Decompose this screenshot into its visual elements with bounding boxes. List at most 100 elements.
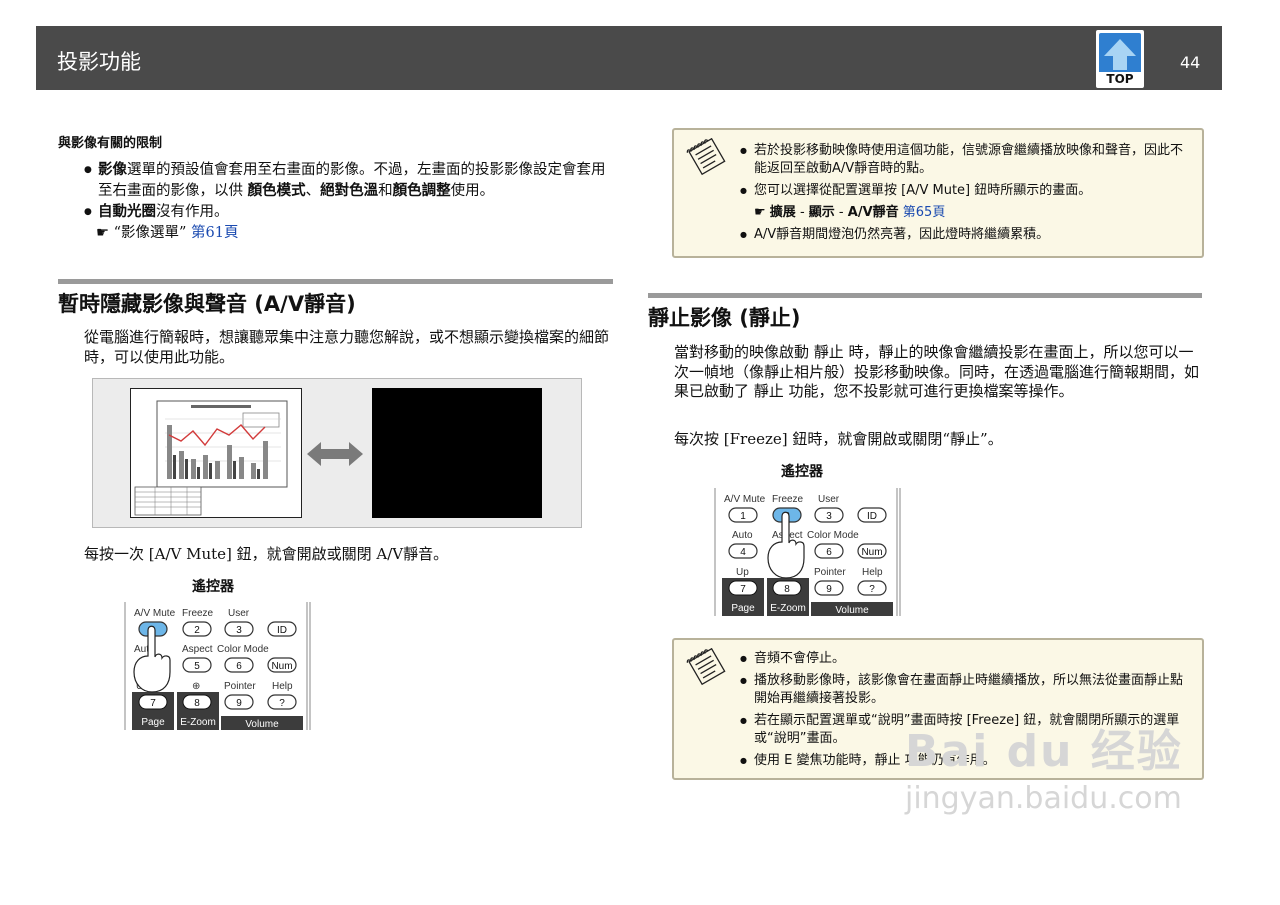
bold-term: 自動光圈 (98, 204, 156, 220)
note-pencil-icon (686, 648, 726, 686)
av-mute-illustration (92, 378, 582, 528)
menu-path: 顯示 (808, 205, 835, 220)
key-label: Volume (835, 605, 869, 616)
bold-term: 顏色模式 (247, 183, 306, 199)
note-item: 播放移動影像時，該影像會在畫面靜止時繼續播放，所以無法從畫面靜止點開始再繼續接著… (740, 672, 1190, 708)
page-link[interactable]: 第61頁 (191, 225, 238, 241)
key-label: A/V Mute (134, 608, 176, 619)
cross-reference: ☛ “影像選單” 第61頁 (84, 223, 618, 244)
pressing-finger-icon (133, 625, 171, 693)
key-label: A/V Mute (724, 494, 766, 505)
key-label: Page (731, 603, 755, 614)
key-label: Aspect (182, 644, 213, 655)
remote-control-freeze: A/V Mute Freeze User Auto Aspect Color M… (714, 488, 901, 616)
note-box-av-mute: 若於投影移動映像時使用這個功能，信號源會繼續播放映像和聲音，因此不能返回至啟動A… (672, 128, 1204, 258)
double-arrow-icon (307, 442, 363, 466)
pointing-hand-icon: ☛ (754, 205, 766, 220)
key-text: 8 (194, 698, 200, 709)
projected-screen (130, 388, 302, 518)
remote-control-av-mute: A/V Mute Freeze User Auto Aspect Color M… (124, 602, 311, 730)
key-text: ID (867, 511, 877, 522)
chart-thumbnail-icon (134, 400, 288, 516)
list-item: 影像選單的預設值會套用至右畫面的影像。不過，左畫面的投影影像設定會套用至右畫面的… (84, 160, 618, 202)
key-text: 8 (784, 584, 790, 595)
cross-reference: ☛ 擴展 - 顯示 - A/V靜音 第65頁 (740, 204, 1188, 222)
baidu-watermark: Bai du 经验 jingyan.baidu.com (905, 715, 1183, 816)
item-text: 使用。 (450, 183, 495, 199)
key-text: 6 (826, 547, 832, 558)
section-title: 靜止影像 (靜止) (648, 306, 801, 330)
item-text: 、 (305, 183, 321, 199)
item-text: 沒有作用。 (156, 204, 229, 220)
press-instruction: 每次按 [Freeze] 鈕時，就會開啟或關閉“靜止”。 (674, 430, 1003, 448)
page-header: 投影功能 TOP 44 (36, 26, 1222, 90)
note-item: 音頻不會停止。 (740, 650, 1190, 668)
watermark-logo: Bai du 经验 (905, 726, 1183, 777)
key-text: 3 (826, 511, 832, 522)
top-button[interactable]: TOP (1096, 30, 1144, 88)
key-label: Auto (732, 530, 753, 541)
bold-term: 影像 (98, 162, 127, 178)
menu-path: 擴展 (769, 205, 796, 220)
key-text: ? (869, 584, 875, 595)
key-text: 7 (150, 698, 156, 709)
pressing-finger-icon (767, 511, 805, 579)
key-label: Freeze (182, 608, 214, 619)
list-item: 自動光圈沒有作用。 (84, 202, 618, 223)
key-text: 3 (236, 625, 242, 636)
bold-term: 絕對色溫 (320, 183, 379, 199)
key-text: Num (861, 547, 882, 558)
note-item: 您可以選擇從配置選單按 [A/V Mute] 鈕時所顯示的畫面。 (740, 182, 1188, 200)
key-label: E-Zoom (180, 717, 216, 728)
key-text: ID (277, 625, 287, 636)
key-text: Num (271, 661, 292, 672)
restriction-list: 影像選單的預設值會套用至右畫面的影像。不過，左畫面的投影影像設定會套用至右畫面的… (84, 160, 618, 244)
ref-text: “影像選單” (113, 225, 187, 241)
note-item: A/V靜音期間燈泡仍然亮著，因此燈時將繼續累積。 (740, 226, 1188, 244)
key-text: 1 (740, 511, 746, 522)
bold-term: 顏色調整 (392, 183, 451, 199)
page-number: 44 (1180, 53, 1201, 72)
menu-separator: - (795, 205, 809, 220)
chapter-title: 投影功能 (57, 50, 141, 74)
section-rule (58, 279, 613, 284)
key-label: Color Mode (807, 530, 859, 541)
note-item: 若於投影移動映像時使用這個功能，信號源會繼續播放映像和聲音，因此不能返回至啟動A… (740, 142, 1188, 178)
item-text: 和 (378, 183, 393, 199)
key-label: Color Mode (217, 644, 269, 655)
key-label: User (228, 608, 250, 619)
key-label: Pointer (814, 567, 846, 578)
key-label: ⊕ (192, 681, 200, 692)
key-text: 9 (236, 698, 242, 709)
key-label: Pointer (224, 681, 256, 692)
section-paragraph: 當對移動的映像啟動 靜止 時，靜止的映像會繼續投影在畫面上，所以您可以一次一幀地… (674, 343, 1200, 400)
subsection-heading: 與影像有關的限制 (58, 136, 163, 151)
remote-caption: 遙控器 (781, 464, 823, 480)
section-rule (648, 293, 1202, 298)
remote-caption: 遙控器 (192, 579, 234, 595)
press-instruction: 每按一次 [A/V Mute] 鈕，就會開啟或關閉 A/V靜音。 (84, 545, 449, 563)
muted-black-screen (372, 388, 542, 518)
watermark-url: jingyan.baidu.com (905, 781, 1182, 816)
menu-separator: - (834, 205, 848, 220)
key-text: 2 (194, 625, 200, 636)
key-label: Help (272, 681, 293, 692)
key-label: Up (736, 567, 749, 578)
key-label: User (818, 494, 840, 505)
key-text: 7 (740, 584, 746, 595)
key-text: ? (279, 698, 285, 709)
top-label: TOP (1106, 72, 1133, 86)
section-title: 暫時隱藏影像與聲音 (A/V靜音) (58, 292, 356, 316)
key-label: Help (862, 567, 883, 578)
key-label: Volume (245, 719, 279, 730)
note-list: 若於投影移動映像時使用這個功能，信號源會繼續播放映像和聲音，因此不能返回至啟動A… (740, 142, 1188, 248)
page-link[interactable]: 第65頁 (903, 205, 946, 220)
pointing-hand-icon: ☛ (96, 225, 109, 241)
key-text: 6 (236, 661, 242, 672)
key-label: E-Zoom (770, 603, 806, 614)
key-text: 5 (194, 661, 200, 672)
key-text: 4 (740, 547, 746, 558)
key-label: Freeze (772, 494, 804, 505)
note-pencil-icon (686, 138, 726, 176)
key-label: Page (141, 717, 165, 728)
